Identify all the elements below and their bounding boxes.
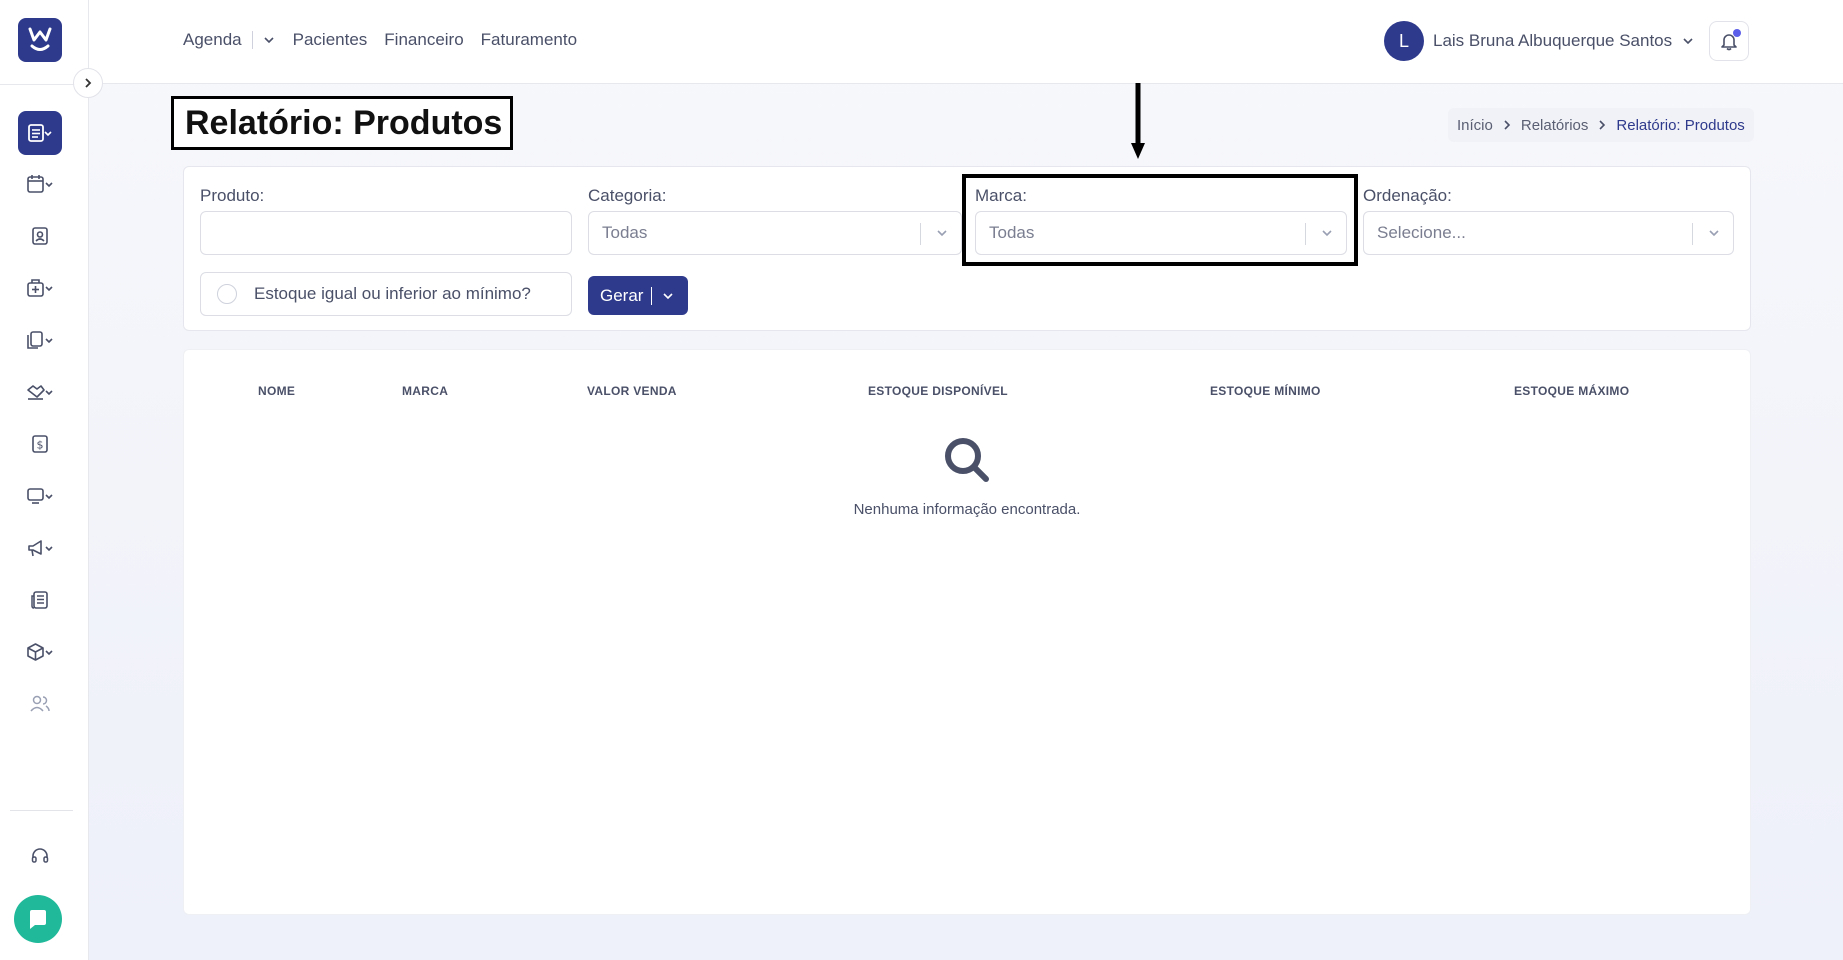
sidebar-item-reports[interactable] — [18, 111, 62, 155]
column-header-valor-venda[interactable]: VALOR VENDA — [587, 384, 677, 398]
empty-state-message: Nenhuma informação encontrada. — [853, 501, 1081, 518]
notification-dot — [1733, 29, 1741, 37]
breadcrumb: Início Relatórios Relatório: Produtos — [1448, 108, 1754, 142]
sidebar: $ — [0, 0, 89, 960]
chevron-down-icon[interactable] — [662, 292, 674, 300]
sidebar-item-users[interactable] — [18, 682, 62, 726]
nav-pacientes[interactable]: Pacientes — [293, 30, 368, 50]
checkbox-circle[interactable] — [217, 284, 237, 304]
avatar: L — [1384, 21, 1424, 61]
agenda-dropdown-toggle[interactable] — [263, 36, 275, 44]
column-header-marca[interactable]: MARCA — [402, 384, 448, 398]
chevron-right-icon — [85, 78, 92, 88]
sidebar-item-inventory[interactable] — [18, 630, 62, 674]
calendar-icon — [27, 175, 53, 193]
column-header-estoque-maximo[interactable]: ESTOQUE MÁXIMO — [1514, 384, 1629, 398]
nav-faturamento[interactable]: Faturamento — [481, 30, 577, 50]
sidebar-item-marketing[interactable] — [18, 526, 62, 570]
sidebar-item-documents[interactable] — [18, 318, 62, 362]
breadcrumb-current: Relatório: Produtos — [1616, 116, 1745, 134]
newspaper-icon — [31, 591, 48, 609]
report-icon — [28, 124, 52, 142]
results-table — [183, 349, 1751, 915]
users-icon — [30, 695, 50, 712]
sidebar-item-calendar[interactable] — [18, 162, 62, 206]
column-header-estoque-minimo[interactable]: ESTOQUE MÍNIMO — [1210, 384, 1321, 398]
gerar-button[interactable]: Gerar — [588, 276, 688, 315]
produto-input[interactable] — [200, 211, 572, 255]
user-menu-toggle[interactable] — [1682, 37, 1694, 45]
categoria-select[interactable]: Todas — [588, 211, 962, 255]
sidebar-item-support[interactable] — [18, 834, 62, 878]
headset-icon — [31, 848, 49, 863]
top-navigation: Agenda Pacientes Financeiro Faturamento — [183, 30, 594, 50]
notifications-button[interactable] — [1709, 21, 1749, 61]
produto-label: Produto: — [200, 186, 265, 205]
chevron-down-icon — [935, 226, 949, 240]
nav-financeiro[interactable]: Financeiro — [384, 30, 463, 50]
user-menu[interactable]: L Lais Bruna Albuquerque Santos — [1384, 21, 1694, 61]
chevron-down-icon — [264, 37, 274, 44]
sidebar-item-agreements[interactable] — [18, 370, 62, 414]
chevron-down-icon — [1683, 38, 1693, 45]
top-bar: Agenda Pacientes Financeiro Faturamento … — [89, 0, 1843, 84]
documents-icon — [27, 331, 53, 349]
annotation-arrow-icon — [1131, 83, 1145, 159]
sidebar-toggle-button[interactable] — [73, 68, 103, 98]
medical-bag-icon — [27, 279, 53, 297]
box-icon — [27, 643, 53, 661]
chat-button[interactable] — [14, 895, 62, 943]
sidebar-item-contacts[interactable] — [18, 214, 62, 258]
chat-icon — [30, 910, 46, 929]
sidebar-item-news[interactable] — [18, 578, 62, 622]
ordenacao-select[interactable]: Selecione... — [1363, 211, 1734, 255]
categoria-label: Categoria: — [588, 186, 667, 205]
estoque-minimo-label: Estoque igual ou inferior ao mínimo? — [254, 284, 531, 303]
estoque-minimo-checkbox[interactable]: Estoque igual ou inferior ao mínimo? — [200, 272, 572, 316]
button-divider — [651, 286, 653, 305]
ordenacao-value: Selecione... — [1377, 223, 1466, 242]
categoria-value: Todas — [602, 223, 648, 242]
breadcrumb-reports[interactable]: Relatórios — [1521, 117, 1589, 134]
search-icon — [945, 438, 989, 482]
sidebar-divider-bottom — [10, 810, 73, 811]
chevron-down-icon — [1707, 226, 1721, 240]
contact-card-icon — [32, 227, 48, 245]
select-divider — [1692, 223, 1693, 245]
dollar-icon: $ — [32, 435, 48, 453]
nav-agenda[interactable]: Agenda — [183, 30, 242, 50]
nav-divider — [251, 31, 253, 49]
breadcrumb-home[interactable]: Início — [1457, 117, 1493, 134]
select-divider — [920, 223, 921, 245]
app-logo[interactable] — [18, 18, 62, 62]
logo-icon — [28, 27, 52, 51]
handshake-icon — [27, 385, 53, 400]
ordenacao-label: Ordenação: — [1363, 186, 1452, 205]
marca-highlight-box — [962, 174, 1358, 266]
page-title: Relatório: Produtos — [171, 96, 514, 150]
svg-text:$: $ — [37, 439, 44, 452]
breadcrumb-separator — [1598, 119, 1606, 131]
breadcrumb-separator — [1503, 119, 1511, 131]
chevron-right-icon — [1599, 120, 1606, 130]
column-header-estoque-disponivel[interactable]: ESTOQUE DISPONÍVEL — [868, 384, 1008, 398]
sidebar-item-clinic[interactable] — [18, 266, 62, 310]
column-header-nome[interactable]: NOME — [258, 384, 295, 398]
user-name: Lais Bruna Albuquerque Santos — [1433, 31, 1673, 50]
gerar-label: Gerar — [600, 285, 644, 305]
sidebar-item-finance[interactable]: $ — [18, 422, 62, 466]
megaphone-icon — [28, 540, 53, 557]
chevron-right-icon — [1504, 120, 1510, 130]
